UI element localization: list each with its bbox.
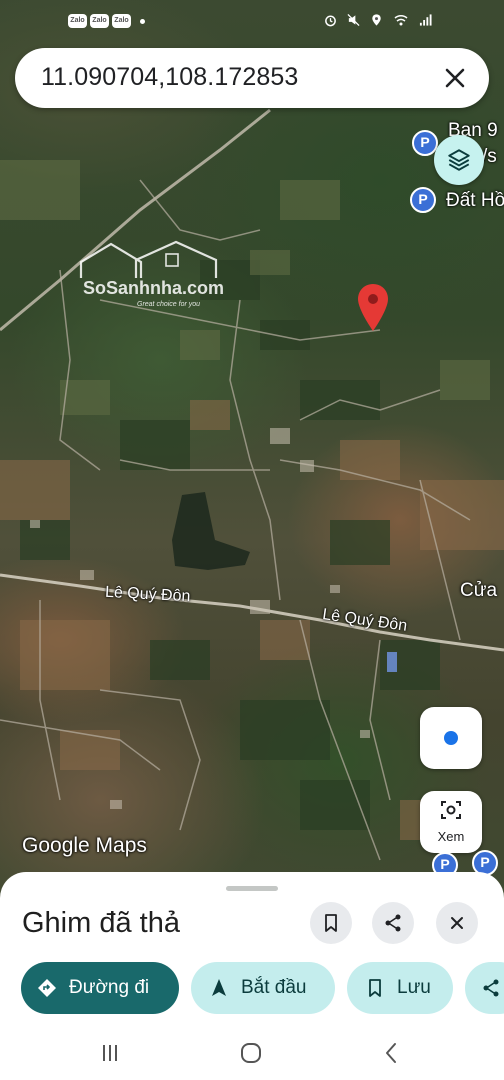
my-location-icon <box>444 731 458 745</box>
navigation-arrow-icon <box>212 979 226 996</box>
search-bar[interactable]: 11.090704,108.172853 <box>15 48 489 108</box>
save-label: Lưu <box>397 977 431 998</box>
zalo-notification-icon: Zalo <box>112 14 131 28</box>
zalo-notification-icon: Zalo <box>68 14 87 28</box>
watermark-logo: SoSanhnha.com Great choice for you <box>76 240 226 316</box>
parking-poi-icon[interactable] <box>410 187 436 213</box>
house-outline-icon <box>79 240 218 278</box>
sheet-title: Ghim đã thả <box>22 907 180 939</box>
save-bookmark-button[interactable] <box>310 902 352 944</box>
view-button-label: Xem <box>437 829 465 844</box>
poi-label-partial: /s <box>482 146 497 167</box>
share-button[interactable] <box>372 902 414 944</box>
dropped-pin-icon[interactable] <box>356 283 390 333</box>
share-icon <box>483 979 499 997</box>
google-maps-logo: Google Maps <box>22 834 147 857</box>
my-location-button[interactable] <box>420 707 482 769</box>
home-icon[interactable] <box>239 1041 263 1065</box>
directions-button[interactable]: Đường đi <box>21 962 179 1014</box>
watermark-subtitle: Great choice for you <box>137 301 201 308</box>
close-icon <box>451 917 463 929</box>
camera-scan-icon <box>441 801 461 819</box>
start-label: Bắt đầu <box>241 977 307 998</box>
back-icon[interactable] <box>380 1041 404 1065</box>
poi-label[interactable]: Đất Hồ <box>446 190 504 212</box>
close-sheet-button[interactable] <box>436 902 478 944</box>
wifi-icon <box>394 15 408 26</box>
place-label[interactable]: Cửa <box>460 580 497 602</box>
recent-apps-icon[interactable] <box>98 1041 122 1065</box>
search-query-text[interactable]: 11.090704,108.172853 <box>41 63 298 92</box>
directions-label: Đường đi <box>69 977 150 998</box>
share-icon <box>385 914 401 932</box>
share-action-button[interactable] <box>465 962 504 1014</box>
watermark-text: SoSanhnha.com <box>83 278 225 298</box>
system-navigation-bar <box>0 1040 504 1080</box>
bookmark-icon <box>325 914 337 932</box>
location-status-icon <box>372 14 381 26</box>
water-feature-icon <box>387 652 397 672</box>
layers-button[interactable] <box>434 135 484 185</box>
directions-icon <box>38 979 56 997</box>
zalo-notification-icon: Zalo <box>90 14 109 28</box>
close-icon[interactable] <box>441 64 469 92</box>
sheet-drag-handle[interactable] <box>226 886 278 891</box>
signal-icon <box>419 14 432 26</box>
view-button[interactable]: Xem <box>420 791 482 853</box>
status-bar: Zalo Zalo Zalo <box>0 0 504 40</box>
satellite-map[interactable]: Zalo Zalo Zalo 11.090704,108.172853 Ban … <box>0 0 504 900</box>
alarm-icon <box>325 15 336 27</box>
save-button[interactable]: Lưu <box>347 962 453 1014</box>
notification-dot-icon <box>140 19 145 24</box>
bookmark-icon <box>369 979 381 997</box>
start-navigation-button[interactable]: Bắt đầu <box>191 962 335 1014</box>
layers-icon <box>448 149 470 171</box>
mute-icon <box>347 13 360 27</box>
